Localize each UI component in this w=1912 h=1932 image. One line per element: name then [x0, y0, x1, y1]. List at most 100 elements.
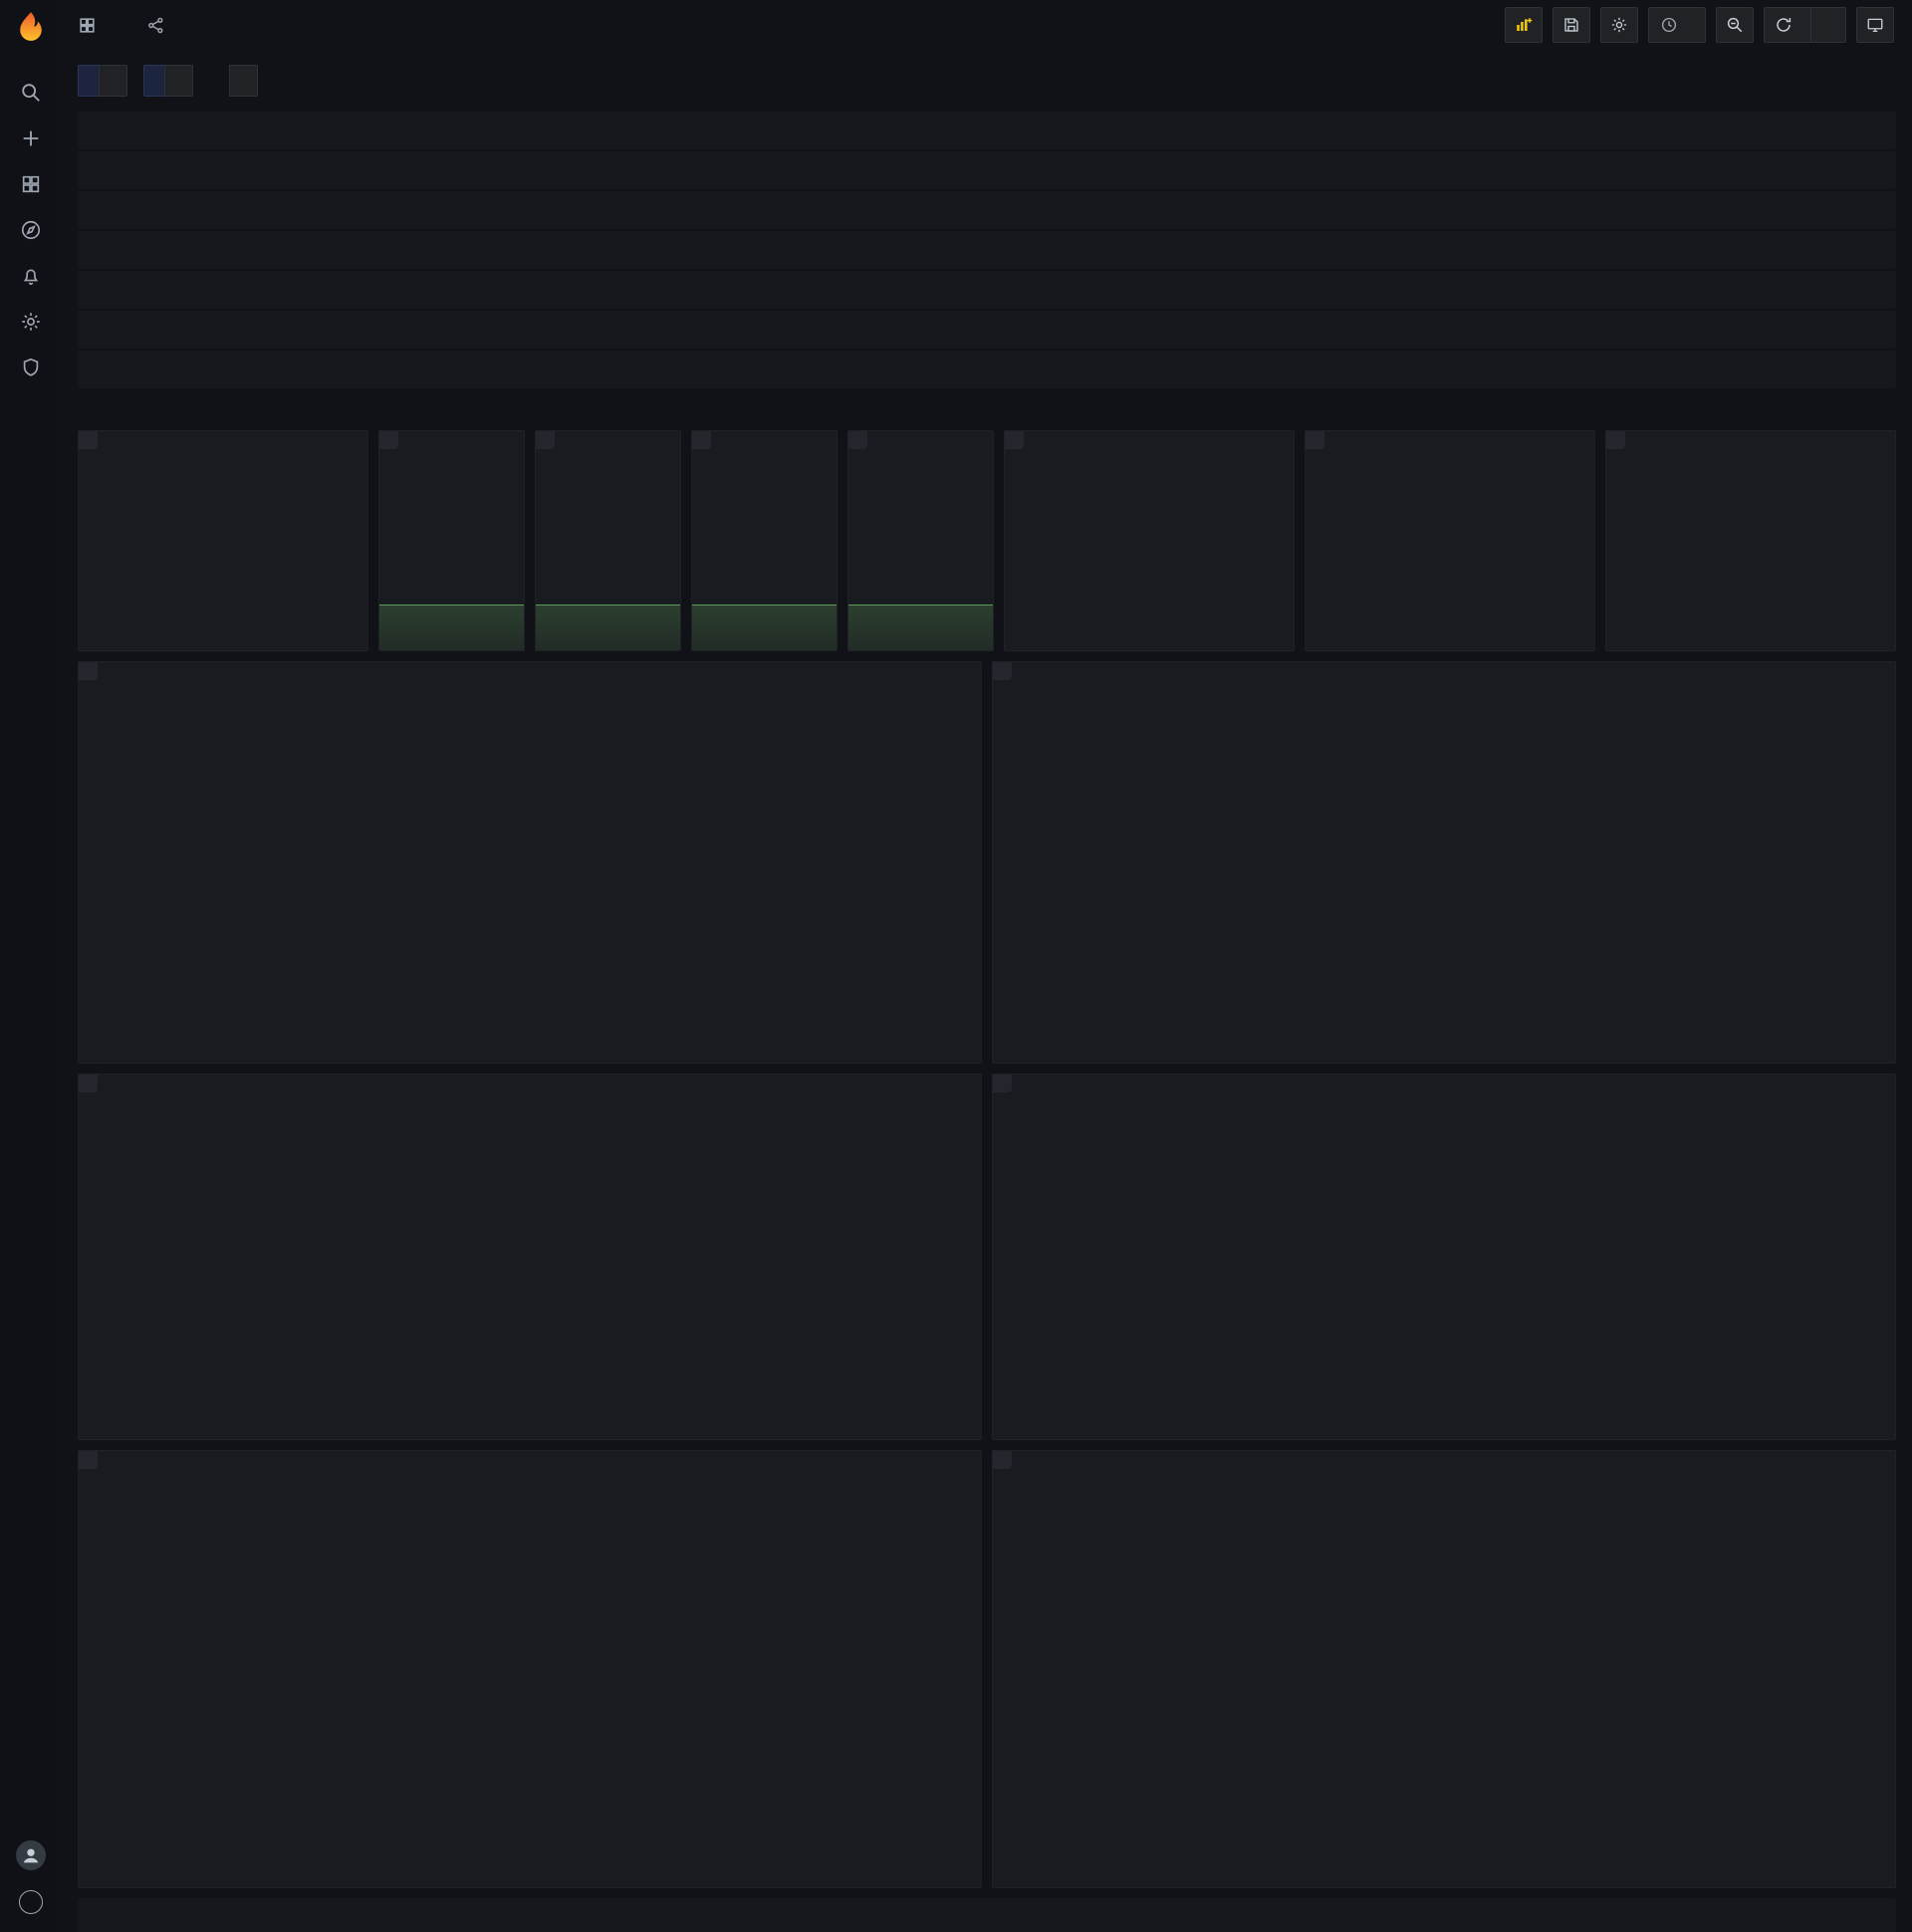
- sparkline: [536, 604, 680, 650]
- clock-icon: [1660, 16, 1678, 34]
- sparkline: [379, 604, 524, 650]
- panel-title[interactable]: [1606, 431, 1895, 467]
- row-mnodes-overview[interactable]: [78, 191, 1896, 229]
- help-icon[interactable]: [19, 1890, 43, 1914]
- alerting-bell-icon[interactable]: [19, 265, 43, 289]
- create-plus-icon[interactable]: [19, 127, 43, 151]
- disk-rate-legend: [993, 1428, 1895, 1439]
- info-icon[interactable]: [79, 431, 98, 449]
- panel-title[interactable]: [536, 431, 680, 467]
- disk-io-chart[interactable]: [79, 1487, 981, 1876]
- disk-used-legend: [79, 1428, 981, 1439]
- kiosk-mode-button[interactable]: [1856, 7, 1894, 43]
- row-dnode-usage[interactable]: [78, 390, 1896, 428]
- panel-title[interactable]: [993, 662, 1895, 698]
- zoom-out-button[interactable]: [1716, 7, 1754, 43]
- variable-fqdn-value[interactable]: [99, 65, 127, 97]
- server-admin-shield-icon[interactable]: [19, 357, 43, 380]
- panel-title[interactable]: [1005, 431, 1294, 467]
- disk-used-gauge: [1606, 467, 1895, 650]
- panel-net-chart: [992, 1450, 1896, 1888]
- memory-usage-gauge: [1306, 467, 1594, 650]
- save-dashboard-button[interactable]: [1553, 7, 1590, 43]
- row-database-log[interactable]: [78, 311, 1896, 349]
- dashboards-grid-icon[interactable]: [19, 173, 43, 197]
- info-icon[interactable]: [79, 662, 98, 680]
- panel-disk-rate-chart: [992, 1074, 1896, 1440]
- panel-disk-io-chart: [78, 1450, 982, 1888]
- panel-title[interactable]: [379, 431, 524, 467]
- panel-ram-usage-chart: [992, 661, 1896, 1064]
- info-icon[interactable]: [79, 1075, 98, 1092]
- add-panel-button[interactable]: [1505, 7, 1543, 43]
- variable-interval-label: [209, 65, 229, 97]
- breadcrumb: [78, 16, 165, 35]
- row-login-history[interactable]: [78, 1898, 1896, 1932]
- variable-interval: [209, 65, 258, 97]
- row-dnodes-overview[interactable]: [78, 151, 1896, 189]
- sparkline: [692, 604, 836, 650]
- panel-title[interactable]: [79, 662, 981, 698]
- info-icon[interactable]: [1005, 431, 1024, 449]
- panel-current-memory-usage-gauge: [1305, 430, 1595, 651]
- info-icon[interactable]: [379, 431, 398, 449]
- panel-title[interactable]: [79, 431, 367, 467]
- variable-database: [143, 65, 193, 97]
- info-icon[interactable]: [536, 431, 555, 449]
- row-database-test[interactable]: [78, 351, 1896, 388]
- navbar-controls: [1505, 7, 1894, 43]
- variable-interval-value[interactable]: [229, 65, 258, 97]
- chart-row-2: [78, 1074, 1896, 1440]
- stat-value: [79, 467, 367, 650]
- panel-title[interactable]: [993, 1075, 1895, 1110]
- grafana-logo-icon[interactable]: [13, 10, 49, 46]
- dashboard-settings-gear-icon[interactable]: [1600, 7, 1638, 43]
- cpu-usage-gauge: [1005, 467, 1294, 650]
- panel-title[interactable]: [1306, 431, 1594, 467]
- sidebar-bottom: [16, 1840, 46, 1922]
- panel-title[interactable]: [79, 1075, 981, 1110]
- info-icon[interactable]: [993, 1075, 1012, 1092]
- ram-usage-chart[interactable]: [993, 698, 1895, 1052]
- info-icon[interactable]: [993, 1451, 1012, 1469]
- info-icon[interactable]: [1606, 431, 1625, 449]
- disk-io-legend: [79, 1876, 981, 1887]
- panel-disk-used-gauge: [1605, 430, 1896, 651]
- row-database-demo[interactable]: [78, 271, 1896, 309]
- dashboard-squares-icon[interactable]: [78, 16, 97, 35]
- explore-compass-icon[interactable]: [19, 219, 43, 243]
- left-sidebar: [0, 0, 62, 1932]
- cpu-usage-chart[interactable]: [79, 698, 981, 1052]
- panel-title[interactable]: [79, 1451, 981, 1487]
- panel-vnodes-masters: [847, 430, 994, 651]
- net-chart[interactable]: [993, 1487, 1895, 1876]
- time-range-picker[interactable]: [1648, 7, 1706, 43]
- panel-title[interactable]: [848, 431, 993, 467]
- panel-cpu-usage-chart: [78, 661, 982, 1064]
- info-icon[interactable]: [692, 431, 711, 449]
- info-icon[interactable]: [848, 431, 867, 449]
- user-avatar[interactable]: [16, 1840, 46, 1870]
- row-cluster-status[interactable]: [78, 112, 1896, 149]
- search-icon[interactable]: [19, 82, 43, 106]
- row-requests[interactable]: [78, 231, 1896, 269]
- cpu-usage-legend: [79, 1052, 981, 1063]
- panel-cpu-cores: [535, 430, 681, 651]
- configuration-gear-icon[interactable]: [19, 311, 43, 335]
- variables-bar: [78, 64, 1896, 98]
- info-icon[interactable]: [1306, 431, 1324, 449]
- chart-row-1: [78, 661, 1896, 1064]
- panel-title[interactable]: [692, 431, 836, 467]
- variable-database-value[interactable]: [164, 65, 193, 97]
- panel-vnodes-number: [691, 430, 837, 651]
- share-icon[interactable]: [146, 16, 165, 35]
- disk-used-chart[interactable]: [79, 1110, 981, 1428]
- disk-rate-chart[interactable]: [993, 1110, 1895, 1428]
- refresh-button[interactable]: [1765, 8, 1802, 42]
- panel-title[interactable]: [993, 1451, 1895, 1487]
- refresh-interval-dropdown[interactable]: [1819, 8, 1845, 42]
- stat-panel-row: [78, 430, 1896, 651]
- info-icon[interactable]: [993, 662, 1012, 680]
- info-icon[interactable]: [79, 1451, 98, 1469]
- ram-usage-legend: [993, 1052, 1895, 1063]
